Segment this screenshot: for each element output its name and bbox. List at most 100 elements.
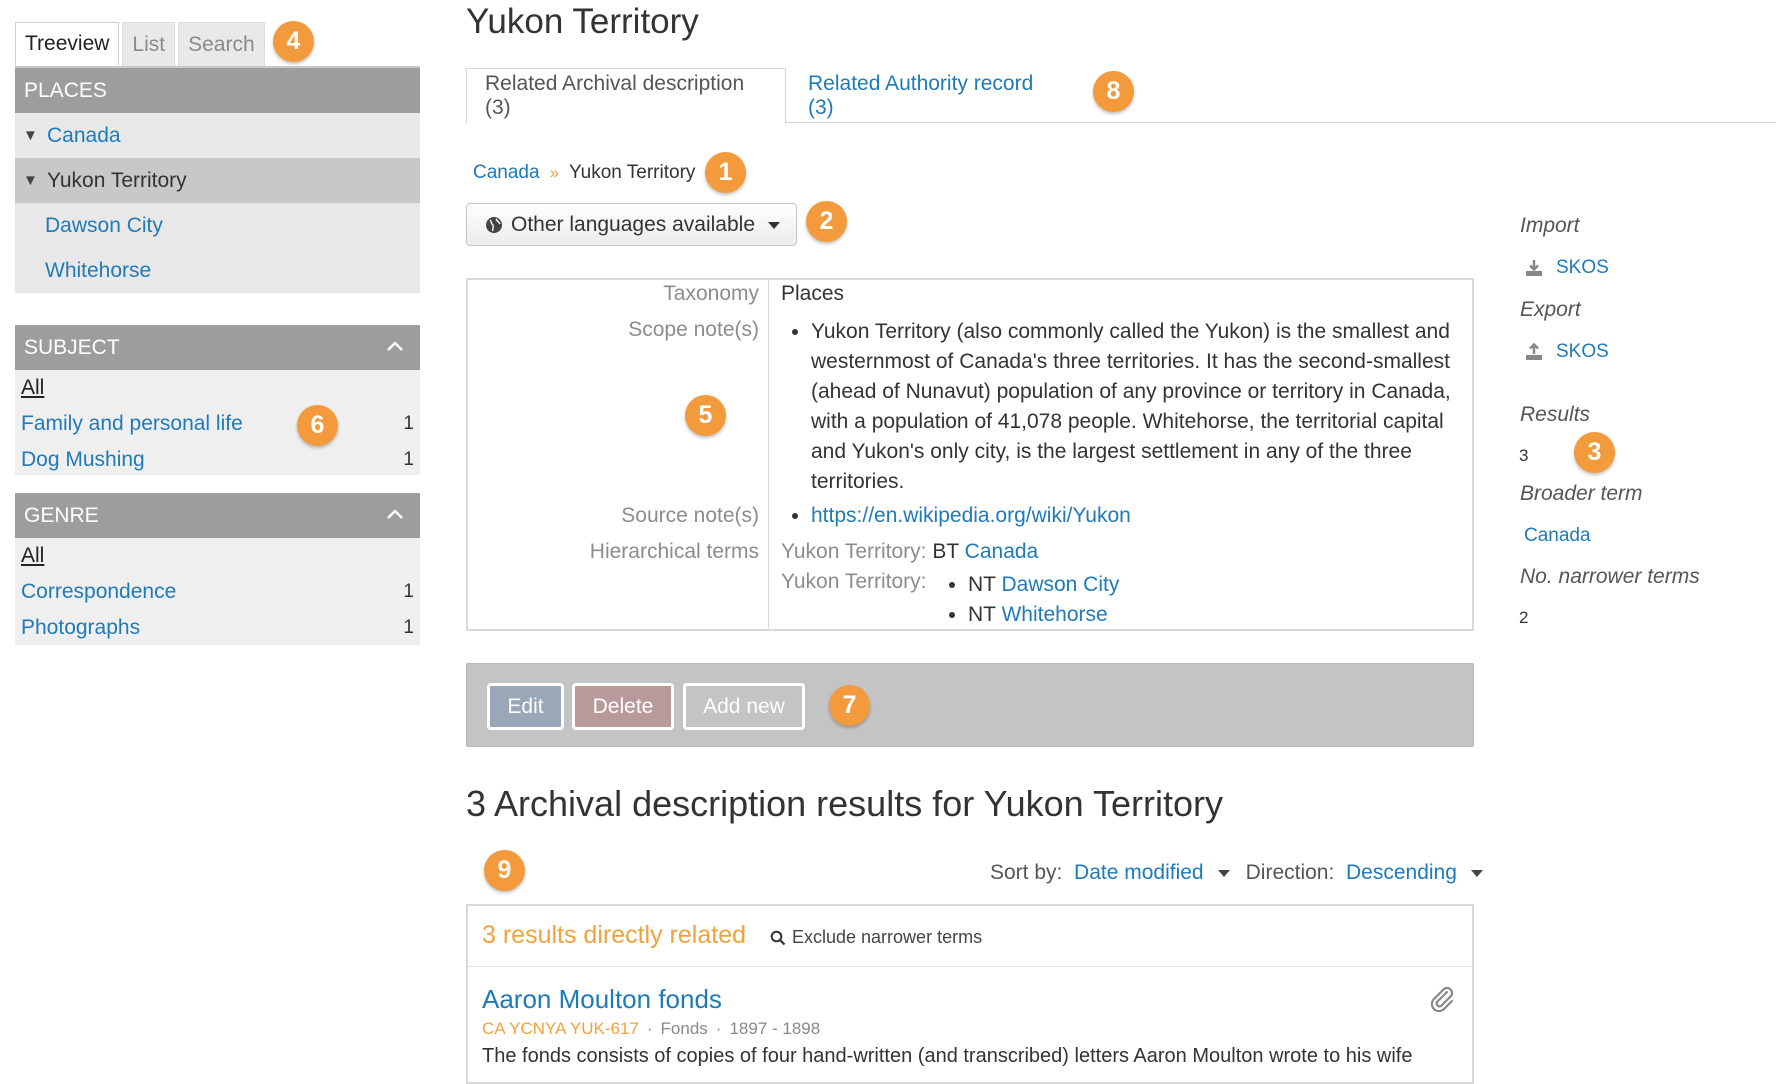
callout-badge: 1 bbox=[705, 152, 746, 193]
broader-term-link[interactable]: Canada bbox=[1524, 525, 1591, 547]
subject-facet-heading[interactable]: SUBJECT bbox=[15, 325, 420, 370]
tree-item-label[interactable]: Canada bbox=[47, 124, 121, 148]
facet-count: 1 bbox=[403, 581, 414, 602]
narrower-term-item: NT Dawson City bbox=[968, 570, 1119, 600]
facet-count: 1 bbox=[403, 449, 414, 470]
nt-link[interactable]: Whitehorse bbox=[1001, 603, 1107, 626]
export-skos-link[interactable]: SKOS bbox=[1524, 341, 1609, 363]
add-new-button[interactable]: Add new bbox=[683, 683, 805, 730]
facet-label[interactable]: Photographs bbox=[21, 616, 140, 640]
facet-row-all[interactable]: All bbox=[21, 540, 414, 572]
import-skos-label[interactable]: SKOS bbox=[1556, 257, 1609, 279]
narrower-terms-label: No. narrower terms bbox=[1520, 565, 1700, 588]
tree-item-whitehorse[interactable]: Whitehorse bbox=[15, 248, 420, 293]
callout-badge: 4 bbox=[273, 21, 314, 62]
export-label: Export bbox=[1520, 298, 1581, 321]
exclude-narrower-label[interactable]: Exclude narrower terms bbox=[792, 927, 982, 948]
field-divider bbox=[768, 280, 769, 629]
callout-badge: 8 bbox=[1093, 71, 1134, 112]
chevron-up-icon[interactable] bbox=[384, 503, 406, 525]
result-description: The fonds consists of copies of four han… bbox=[482, 1045, 1413, 1067]
import-skos-link[interactable]: SKOS bbox=[1524, 257, 1609, 279]
result-meta: CA YCNYA YUK-617 · Fonds · 1897 - 1898 bbox=[482, 1019, 820, 1039]
broader-term-row: Yukon Territory: BT Canada bbox=[781, 540, 1038, 564]
tab-related-authority-record[interactable]: Related Authority record (3) bbox=[790, 68, 1080, 124]
tree-item-label[interactable]: Yukon Territory bbox=[47, 169, 187, 193]
facet-count: 1 bbox=[403, 413, 414, 434]
callout-badge: 7 bbox=[829, 685, 870, 726]
narrower-term-item: NT Whitehorse bbox=[968, 600, 1119, 630]
narrower-terms-list: NT Dawson City NT Whitehorse bbox=[940, 570, 1119, 630]
places-heading-text: PLACES bbox=[24, 78, 107, 102]
result-title-link[interactable]: Aaron Moulton fonds bbox=[482, 984, 722, 1015]
subject-heading-text: SUBJECT bbox=[24, 335, 120, 359]
callout-badge: 3 bbox=[1574, 432, 1615, 473]
hierarchical-terms-label: Hierarchical terms bbox=[589, 540, 759, 563]
exclude-narrower-terms-link[interactable]: Exclude narrower terms bbox=[770, 927, 982, 948]
caret-down-icon[interactable] bbox=[1470, 869, 1483, 877]
facet-all-link[interactable]: All bbox=[21, 376, 44, 400]
tab-treeview[interactable]: Treeview bbox=[15, 22, 120, 66]
other-languages-button[interactable]: Other languages available bbox=[466, 203, 797, 246]
breadcrumb-parent-link[interactable]: Canada bbox=[473, 162, 540, 184]
sidebar: Treeview List Search PLACES ▼ Canada ▼ Y… bbox=[15, 0, 420, 1070]
caret-down-icon[interactable] bbox=[1217, 869, 1230, 877]
import-label: Import bbox=[1520, 214, 1580, 237]
tree-item-dawson-city[interactable]: Dawson City bbox=[15, 203, 420, 248]
expand-triangle-icon[interactable]: ▼ bbox=[23, 127, 38, 144]
facet-row-correspondence[interactable]: Correspondence 1 bbox=[21, 576, 414, 608]
sidebar-tabs: Treeview List Search bbox=[15, 22, 265, 68]
facet-row-dog-mushing[interactable]: Dog Mushing 1 bbox=[21, 444, 414, 476]
source-note-list: https://en.wikipedia.org/wiki/Yukon bbox=[781, 504, 1131, 528]
paperclip-icon bbox=[1430, 986, 1454, 1013]
hier-term-label: Yukon Territory: bbox=[781, 540, 927, 563]
sort-controls: Sort by: Date modified Direction: Descen… bbox=[990, 861, 1483, 885]
callout-badge: 2 bbox=[806, 201, 847, 242]
genre-heading-text: GENRE bbox=[24, 503, 99, 527]
chevron-up-icon[interactable] bbox=[384, 335, 406, 357]
taxonomy-value-link[interactable]: Places bbox=[781, 282, 844, 306]
facet-row-family[interactable]: Family and personal life 1 bbox=[21, 408, 414, 440]
scope-note-label: Scope note(s) bbox=[628, 318, 759, 341]
tab-related-archival-description[interactable]: Related Archival description (3) bbox=[466, 68, 786, 124]
tab-list[interactable]: List bbox=[122, 22, 176, 66]
nt-link[interactable]: Dawson City bbox=[1001, 573, 1119, 596]
facet-label[interactable]: Correspondence bbox=[21, 580, 176, 604]
expand-triangle-icon[interactable]: ▼ bbox=[23, 172, 38, 189]
delete-button[interactable]: Delete bbox=[572, 683, 674, 730]
export-skos-label[interactable]: SKOS bbox=[1556, 341, 1609, 363]
facet-label[interactable]: Family and personal life bbox=[21, 412, 243, 436]
edit-button[interactable]: Edit bbox=[487, 683, 564, 730]
nt-prefix: NT bbox=[968, 603, 996, 626]
page-title: Yukon Territory bbox=[466, 2, 699, 41]
sort-label: Sort by: bbox=[990, 861, 1063, 884]
hier-term-label: Yukon Territory: bbox=[781, 570, 927, 593]
results-value: 3 bbox=[1519, 446, 1529, 465]
globe-icon bbox=[486, 216, 502, 233]
tree-item-canada[interactable]: ▼ Canada bbox=[15, 113, 420, 158]
sort-dropdown[interactable]: Date modified bbox=[1074, 861, 1204, 885]
result-level: Fonds bbox=[660, 1019, 708, 1038]
nt-prefix: NT bbox=[968, 573, 996, 596]
bt-link[interactable]: Canada bbox=[965, 540, 1039, 563]
facet-count: 1 bbox=[403, 617, 414, 638]
meta-dot: · bbox=[715, 1019, 722, 1038]
tab-underline bbox=[786, 122, 1776, 123]
source-note-label: Source note(s) bbox=[621, 504, 759, 527]
tab-search[interactable]: Search bbox=[178, 22, 265, 66]
direct-results-count: 3 results directly related bbox=[482, 921, 747, 949]
result-reference-code: CA YCNYA YUK-617 bbox=[482, 1019, 639, 1038]
genre-facet-heading[interactable]: GENRE bbox=[15, 493, 420, 538]
facet-row-photographs[interactable]: Photographs 1 bbox=[21, 612, 414, 644]
breadcrumb: Canada » Yukon Territory bbox=[473, 162, 695, 184]
callout-badge: 9 bbox=[484, 850, 525, 891]
facet-all-link[interactable]: All bbox=[21, 544, 44, 568]
tree-item-label[interactable]: Whitehorse bbox=[45, 259, 151, 283]
tree-item-yukon-territory[interactable]: ▼ Yukon Territory bbox=[15, 158, 420, 203]
direction-label: Direction: bbox=[1245, 861, 1335, 884]
direction-dropdown[interactable]: Descending bbox=[1346, 861, 1457, 885]
facet-row-all[interactable]: All bbox=[21, 372, 414, 404]
source-note-link[interactable]: https://en.wikipedia.org/wiki/Yukon bbox=[811, 504, 1131, 527]
tree-item-label[interactable]: Dawson City bbox=[45, 214, 163, 238]
facet-label[interactable]: Dog Mushing bbox=[21, 448, 145, 472]
